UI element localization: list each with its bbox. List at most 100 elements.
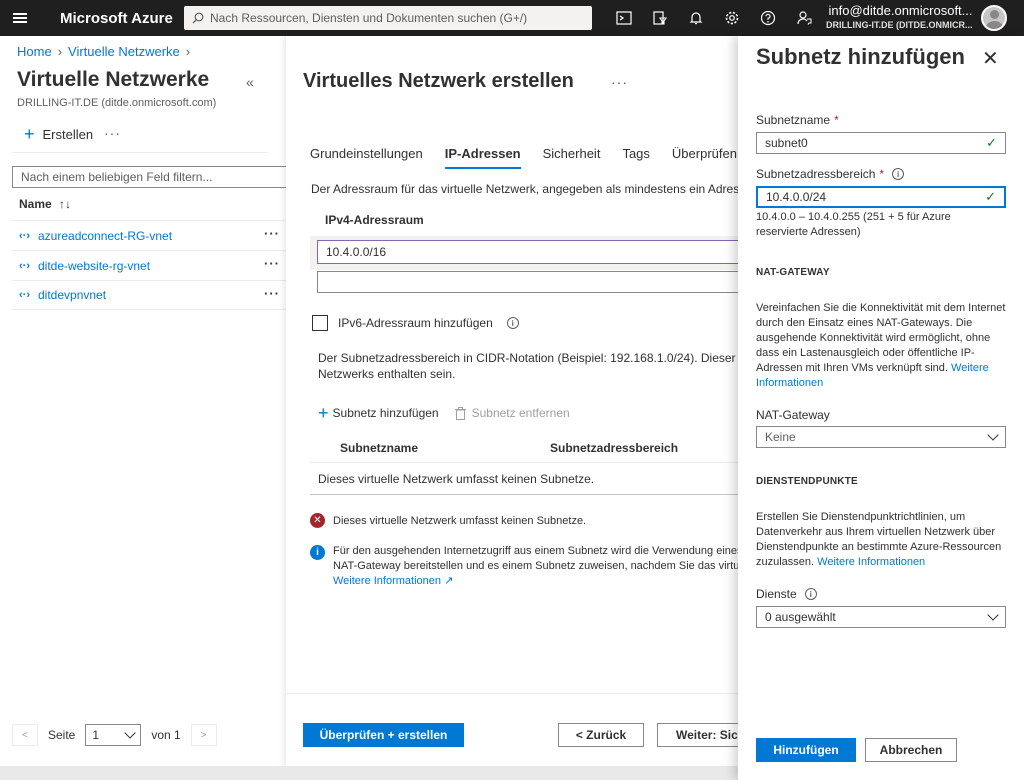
avatar[interactable] xyxy=(980,5,1007,31)
pager: < Seite 1 von 1 > xyxy=(12,724,217,746)
nat-more-info-link-cont[interactable]: Informationen xyxy=(756,377,823,389)
page-select[interactable]: 1 xyxy=(85,724,142,746)
chevron-down-icon xyxy=(987,429,999,441)
divider xyxy=(12,152,268,153)
account-info[interactable]: info@ditde.onmicrosoft... DRILLING-IT.DE… xyxy=(826,4,973,32)
list-item[interactable]: ‹·› ditde-website-rg-vnet ··· xyxy=(12,250,286,280)
review-create-button[interactable]: Überprüfen + erstellen xyxy=(303,723,464,747)
horizontal-scrollbar[interactable] xyxy=(0,766,738,780)
add-subnet-button[interactable]: + Subnetz hinzufügen xyxy=(318,404,439,422)
more-options-icon[interactable]: ··· xyxy=(611,74,628,90)
subnet-name-label: Subnetzname * xyxy=(756,113,839,127)
services-more-info-link[interactable]: Weitere Informationen xyxy=(817,556,925,568)
help-icon[interactable] xyxy=(750,0,786,36)
feedback-icon[interactable] xyxy=(786,0,822,36)
column-header-label: Name xyxy=(19,197,52,211)
filter-input[interactable]: Nach einem beliebigen Feld filtern... xyxy=(12,166,292,188)
checkmark-icon: ✓ xyxy=(986,135,997,150)
subnet-range-input[interactable]: 10.4.0.0/24 ✓ xyxy=(756,186,1006,208)
virtual-networks-blade: Home › Virtuelle Netzwerke › Virtuelle N… xyxy=(0,36,292,766)
ipv4-address-input-empty[interactable] xyxy=(317,271,738,293)
required-marker: * xyxy=(879,167,885,181)
create-button[interactable]: + Erstellen xyxy=(24,125,93,143)
subnet-name-input[interactable]: subnet0 ✓ xyxy=(756,132,1006,154)
subnet-table-header: Subnetzname Subnetzadressbereich xyxy=(310,433,738,463)
column-header-name[interactable]: Name ↑↓ xyxy=(19,197,71,211)
services-select[interactable]: 0 ausgewählt xyxy=(756,606,1006,628)
tab-basics[interactable]: Grundeinstellungen xyxy=(310,146,423,169)
tab-tags[interactable]: Tags xyxy=(622,146,649,169)
services-value: 0 ausgewählt xyxy=(765,610,836,624)
list-item[interactable]: ‹·› ditdevpnvnet ··· xyxy=(12,280,286,310)
account-email: info@ditde.onmicrosoft... xyxy=(828,3,973,18)
info-icon[interactable]: i xyxy=(506,317,519,329)
info-icon[interactable]: i xyxy=(892,168,905,180)
description-line: dass ein Lastenausgleich oder öffentlich… xyxy=(756,347,975,359)
virtual-network-icon: ‹·› xyxy=(19,229,30,242)
next-button[interactable]: Weiter: Sich xyxy=(657,723,738,747)
global-search-input[interactable]: Nach Ressourcen, Diensten und Dokumenten… xyxy=(184,6,592,30)
vnet-name-link[interactable]: ditde-website-rg-vnet xyxy=(38,259,150,273)
tab-ip-addresses[interactable]: IP-Adressen xyxy=(444,146,521,169)
subnet-range-label-text: Subnetzadressbereich xyxy=(756,167,876,181)
page-select-value: 1 xyxy=(92,728,100,742)
directory-filter-icon[interactable] xyxy=(642,0,678,36)
vnet-list: ‹·› azureadconnect-RG-vnet ··· ‹·› ditde… xyxy=(12,220,286,310)
description-line: zuzulassen. xyxy=(756,556,815,568)
ipv6-checkbox[interactable] xyxy=(312,315,328,331)
cloud-shell-icon[interactable] xyxy=(606,0,642,36)
add-button[interactable]: Hinzufügen xyxy=(756,738,856,762)
settings-gear-icon[interactable] xyxy=(714,0,750,36)
tab-security[interactable]: Sicherheit xyxy=(543,146,601,169)
back-button[interactable]: < Zurück xyxy=(558,723,644,747)
subnet-range-label: Subnetzadressbereich * i xyxy=(756,167,905,181)
ipv4-address-input[interactable]: 10.4.0.0/16 xyxy=(317,240,738,264)
breadcrumb-home[interactable]: Home xyxy=(17,44,52,59)
prev-page-button[interactable]: < xyxy=(12,724,38,746)
column-header-subnet-range: Subnetzadressbereich xyxy=(550,440,679,455)
create-vnet-title: Virtuelles Netzwerk erstellen xyxy=(303,70,574,92)
external-link-icon: ↗ xyxy=(444,575,454,587)
page-label: Seite xyxy=(48,728,76,742)
info-icon[interactable]: i xyxy=(804,588,817,600)
row-more-icon[interactable]: ··· xyxy=(264,286,280,301)
breadcrumb-virtual-networks[interactable]: Virtuelle Netzwerke xyxy=(68,44,180,59)
vnet-name-link[interactable]: azureadconnect-RG-vnet xyxy=(38,229,172,243)
address-space-description: Der Adressraum für das virtuelle Netzwer… xyxy=(311,182,738,196)
remove-subnet-button[interactable]: Subnetz entfernen xyxy=(454,406,570,420)
hint-line: 10.4.0.0 – 10.4.0.255 (251 + 5 für Azure xyxy=(756,211,951,223)
search-placeholder: Nach Ressourcen, Diensten und Dokumenten… xyxy=(210,11,528,25)
row-more-icon[interactable]: ··· xyxy=(264,226,280,241)
subnet-table-empty-row: Dieses virtuelle Netzwerk umfasst keinen… xyxy=(310,463,738,495)
more-info-link-label: Weitere Informationen xyxy=(333,575,442,587)
error-icon: ✕ xyxy=(310,513,325,528)
nat-more-info-link[interactable]: Weitere xyxy=(951,362,989,374)
top-bar: Microsoft Azure Nach Ressourcen, Dienste… xyxy=(0,0,1024,36)
nat-gateway-select[interactable]: Keine xyxy=(756,426,1006,448)
remove-subnet-label: Subnetz entfernen xyxy=(471,406,570,420)
next-page-button[interactable]: > xyxy=(190,724,217,746)
more-info-link[interactable]: Weitere Informationen ↗ xyxy=(333,575,453,587)
row-more-icon[interactable]: ··· xyxy=(264,256,280,271)
cancel-button[interactable]: Abbrechen xyxy=(865,738,957,762)
description-line: Vereinfachen Sie die Konnektivität mit d… xyxy=(756,302,1006,314)
menu-icon[interactable] xyxy=(0,0,40,36)
brand-logo[interactable]: Microsoft Azure xyxy=(60,10,180,27)
cidr-description: Der Subnetzadressbereich in CIDR-Notatio… xyxy=(318,350,738,382)
trash-icon xyxy=(454,406,466,420)
vnet-name-link[interactable]: ditdevpnvnet xyxy=(38,288,106,302)
more-options-icon[interactable]: ··· xyxy=(104,125,121,141)
list-item[interactable]: ‹·› azureadconnect-RG-vnet ··· xyxy=(12,220,286,250)
services-label: Dienste i xyxy=(756,587,817,601)
collapse-double-chevron-icon[interactable]: « xyxy=(246,74,254,90)
nat-gateway-section-title: NAT-GATEWAY xyxy=(756,267,830,278)
breadcrumb-chevron-icon: › xyxy=(57,44,63,59)
hint-line: reservierte Adressen) xyxy=(756,226,861,238)
create-vnet-blade: Virtuelles Netzwerk erstellen ··· Grunde… xyxy=(286,36,738,766)
tab-review[interactable]: Überprüfen + xyxy=(672,146,738,169)
ipv6-checkbox-row: IPv6-Adressraum hinzufügen i xyxy=(312,315,519,331)
notifications-icon[interactable] xyxy=(678,0,714,36)
close-icon[interactable]: ✕ xyxy=(982,46,999,71)
service-endpoints-description: Erstellen Sie Dienstendpunktrichtlinien,… xyxy=(756,510,1010,570)
ipv6-checkbox-label: IPv6-Adressraum hinzufügen xyxy=(338,316,493,330)
